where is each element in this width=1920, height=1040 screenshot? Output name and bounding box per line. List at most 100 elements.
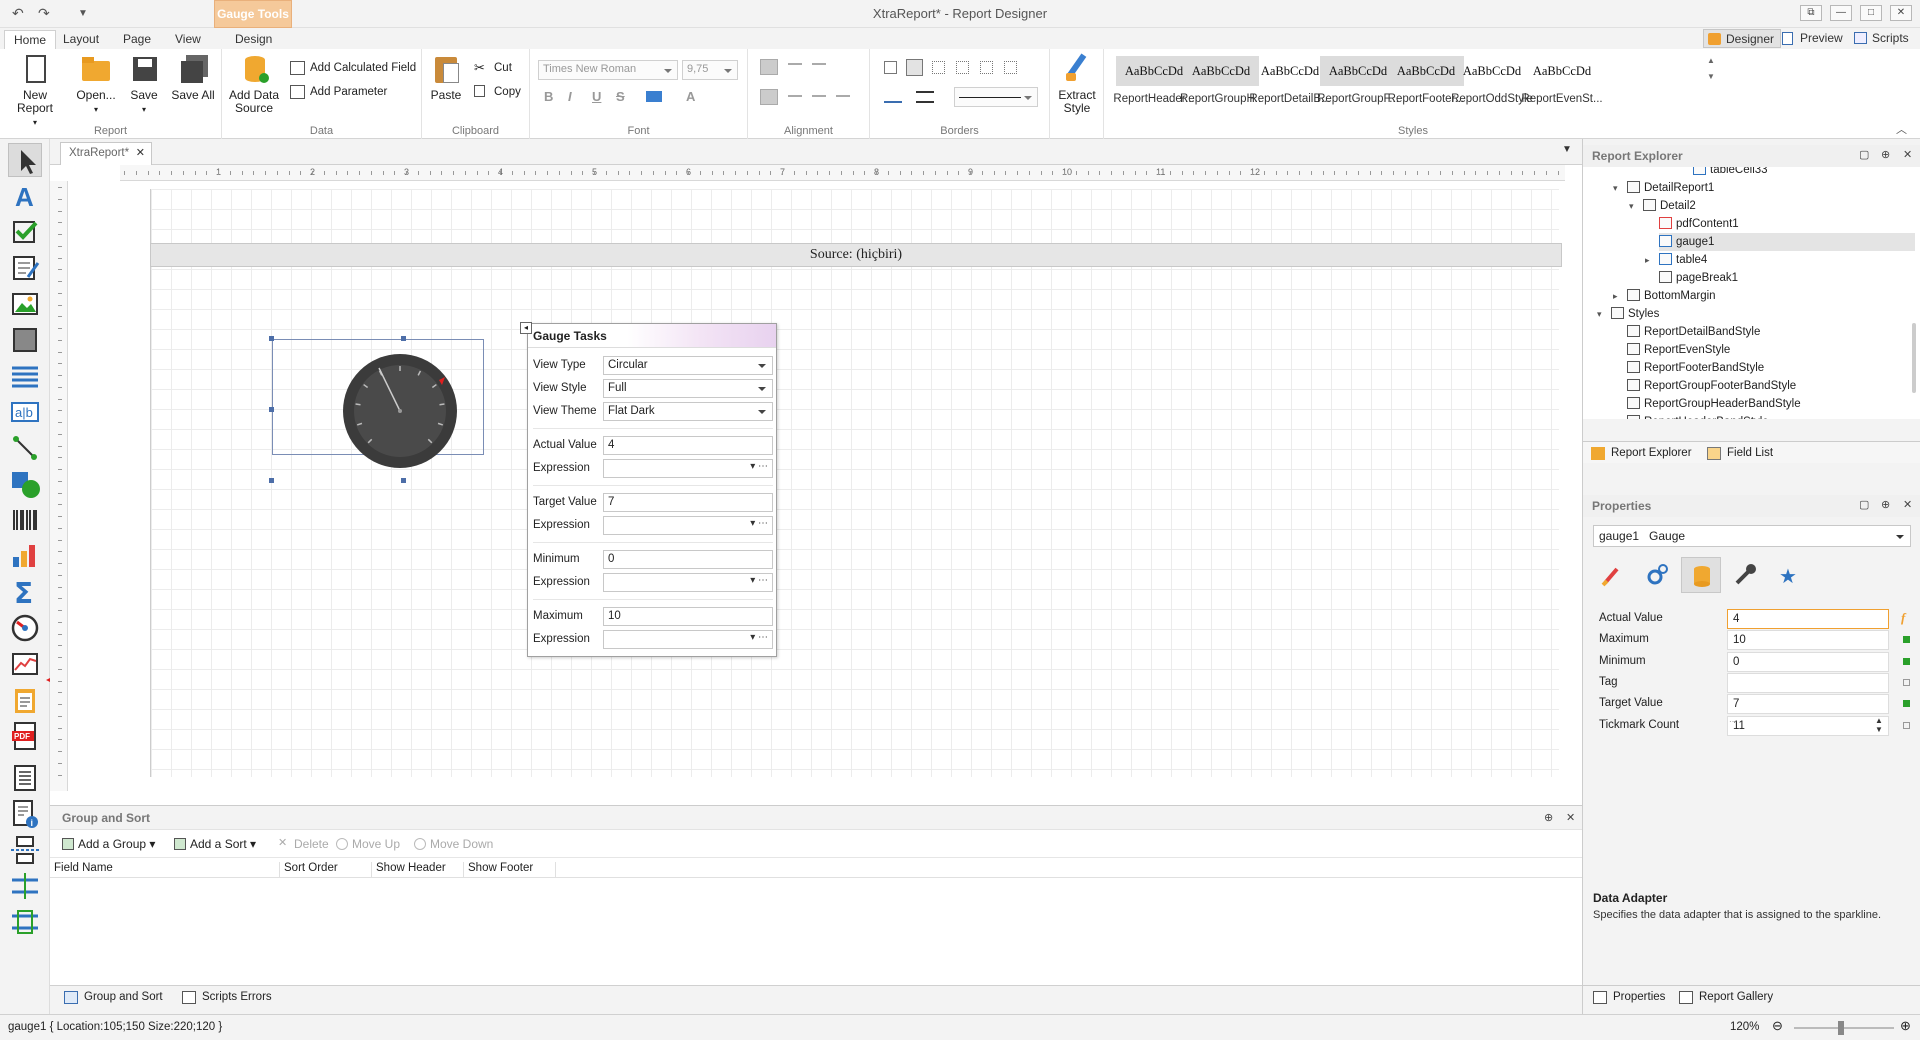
resize-handle[interactable] <box>269 336 274 341</box>
add-group-button[interactable]: Add a Group ▾ <box>62 837 155 851</box>
align-justify-icon[interactable] <box>836 95 850 97</box>
tab-list-dropdown-icon[interactable]: ▼ <box>1562 144 1572 155</box>
bold-button[interactable]: B <box>544 89 553 104</box>
tree-node[interactable]: Styles <box>1611 305 1659 323</box>
panel-tool[interactable] <box>8 323 42 357</box>
character-comb-tool[interactable]: a|b <box>8 395 42 429</box>
property-marker-icon[interactable] <box>1903 721 1910 729</box>
property-marker-icon[interactable] <box>1903 700 1910 708</box>
tab-behavior[interactable] <box>1637 557 1677 593</box>
add-data-source-button[interactable]: Add Data Source <box>228 53 280 115</box>
underline-button[interactable]: U <box>592 89 601 104</box>
splitter-grip[interactable]: ⋯ <box>1729 717 1737 726</box>
pointer-tool[interactable] <box>8 143 42 177</box>
style-preview[interactable]: AaBbCcDd <box>1454 56 1530 86</box>
tree-node[interactable]: table4 <box>1659 251 1707 269</box>
sum-tool[interactable]: Σ <box>8 575 42 610</box>
page-break-tool[interactable] <box>8 833 42 867</box>
tree-node[interactable]: pageBreak1 <box>1659 269 1738 287</box>
tree-node[interactable]: pdfContent1 <box>1659 215 1739 233</box>
close-tab-icon[interactable]: ✕ <box>136 146 145 159</box>
property-value[interactable]: 4 <box>1727 609 1889 629</box>
style-preview[interactable]: AaBbCcDd <box>1183 56 1259 86</box>
style-preview[interactable]: AaBbCcDd <box>1320 56 1396 86</box>
style-name[interactable]: ReportEvenSt... <box>1521 93 1603 105</box>
cross-band-line-tool[interactable] <box>8 869 42 903</box>
tree-scrollbar[interactable] <box>1912 183 1917 413</box>
column-show-header[interactable]: Show Header <box>372 862 464 878</box>
tree-expander-icon[interactable]: ▸ <box>1645 255 1650 266</box>
add-parameter-button[interactable]: Add Parameter <box>290 83 387 101</box>
tab-home[interactable]: Home <box>4 30 57 49</box>
add-calculated-field-button[interactable]: Add Calculated Field <box>290 59 416 77</box>
font-family-select[interactable]: Times New Roman <box>538 60 678 80</box>
close-panel-icon[interactable]: ✕ <box>1903 148 1912 161</box>
property-marker-icon[interactable] <box>1903 636 1910 644</box>
picture-tool[interactable] <box>8 287 42 321</box>
property-value[interactable]: 10 <box>1727 630 1889 651</box>
border-width-icon[interactable] <box>916 91 934 103</box>
chart-tool[interactable] <box>8 539 42 573</box>
maximize-icon[interactable]: □ <box>1860 5 1882 21</box>
zoom-out-icon[interactable]: ⊖ <box>1772 1018 1783 1034</box>
border-right-icon[interactable] <box>1004 61 1017 74</box>
minimum-input[interactable]: 0 <box>603 550 773 569</box>
label-tool[interactable]: A <box>8 179 42 213</box>
smart-tag-icon[interactable]: ◂ <box>520 322 532 334</box>
gauge-tool-icon[interactable] <box>8 611 42 645</box>
tree-expander-icon[interactable]: ▾ <box>1629 201 1634 212</box>
preview-button[interactable]: Preview <box>1778 29 1849 48</box>
tree-node[interactable]: DetailReport1 <box>1627 179 1714 197</box>
tab-appearance[interactable] <box>1593 557 1633 593</box>
column-show-footer[interactable]: Show Footer <box>464 862 556 878</box>
pin-icon[interactable]: ⊕ <box>1881 148 1890 161</box>
expression-icon[interactable]: f <box>1901 610 1905 626</box>
add-sort-button[interactable]: Add a Sort ▾ <box>174 837 256 851</box>
border-color-icon[interactable] <box>884 91 902 103</box>
tab-field-list[interactable]: Field List <box>1707 447 1773 460</box>
resize-handle[interactable] <box>269 478 274 483</box>
target-value-input[interactable]: 7 <box>603 493 773 512</box>
save-all-button[interactable]: Save All <box>170 53 216 102</box>
tree-node[interactable]: ReportEvenStyle <box>1627 341 1730 359</box>
tab-layout[interactable] <box>1725 557 1765 593</box>
maximum-input[interactable]: 10 <box>603 607 773 626</box>
tree-node[interactable]: gauge1 <box>1659 233 1915 251</box>
property-value[interactable]: 0 <box>1727 651 1889 672</box>
tree-node[interactable]: Detail2 <box>1643 197 1696 215</box>
save-button[interactable]: Save ▾ <box>126 53 162 116</box>
target-expression-input[interactable] <box>603 516 773 535</box>
clipboard-report-tool[interactable] <box>8 683 42 717</box>
resize-handle[interactable] <box>401 478 406 483</box>
align-right-icon[interactable] <box>812 95 826 97</box>
font-size-select[interactable]: 9,75 <box>682 60 738 80</box>
tab-layout[interactable]: Layout <box>54 30 108 49</box>
gauge-control[interactable] <box>269 336 484 483</box>
tab-group-and-sort[interactable]: Group and Sort <box>64 991 163 1004</box>
cross-band-box-tool[interactable] <box>8 905 42 939</box>
open-button[interactable]: Open... ▾ <box>72 53 120 116</box>
tree-node[interactable]: ReportFooterBandStyle <box>1627 359 1764 377</box>
pin-icon[interactable]: ⊕ <box>1881 498 1890 511</box>
pin-icon[interactable]: ⊕ <box>1544 811 1553 824</box>
zoom-in-icon[interactable]: ⊕ <box>1900 1018 1911 1034</box>
table-tool[interactable] <box>8 359 42 393</box>
minimize-icon[interactable]: — <box>1830 5 1852 21</box>
restore-icon[interactable]: ⧉ <box>1800 5 1822 21</box>
column-field-name[interactable]: Field Name <box>50 862 280 878</box>
style-preview[interactable]: AaBbCcDd <box>1252 56 1328 86</box>
spinner-icon[interactable]: ▲ ▼ <box>1875 716 1883 734</box>
tree-node[interactable]: tableCell33 <box>1693 167 1768 179</box>
align-top-left-icon[interactable] <box>760 59 778 75</box>
designer-button[interactable]: Designer <box>1703 29 1782 48</box>
tree-node[interactable]: ReportGroupHeaderBandStyle <box>1627 395 1801 413</box>
design-surface[interactable]: 123456789101112 Source: (hiçbiri) <box>50 165 1629 966</box>
new-report-button[interactable]: New Report ▾ <box>4 53 66 129</box>
barcode-tool[interactable] <box>8 503 42 537</box>
tab-design[interactable]: Design <box>226 30 281 49</box>
align-center-icon[interactable] <box>788 95 802 97</box>
source-band[interactable]: Source: (hiçbiri) <box>150 243 1562 267</box>
extract-style-button[interactable]: Extract Style <box>1054 53 1100 115</box>
align-top-right-icon[interactable] <box>812 63 826 65</box>
border-all-icon[interactable] <box>884 61 897 74</box>
